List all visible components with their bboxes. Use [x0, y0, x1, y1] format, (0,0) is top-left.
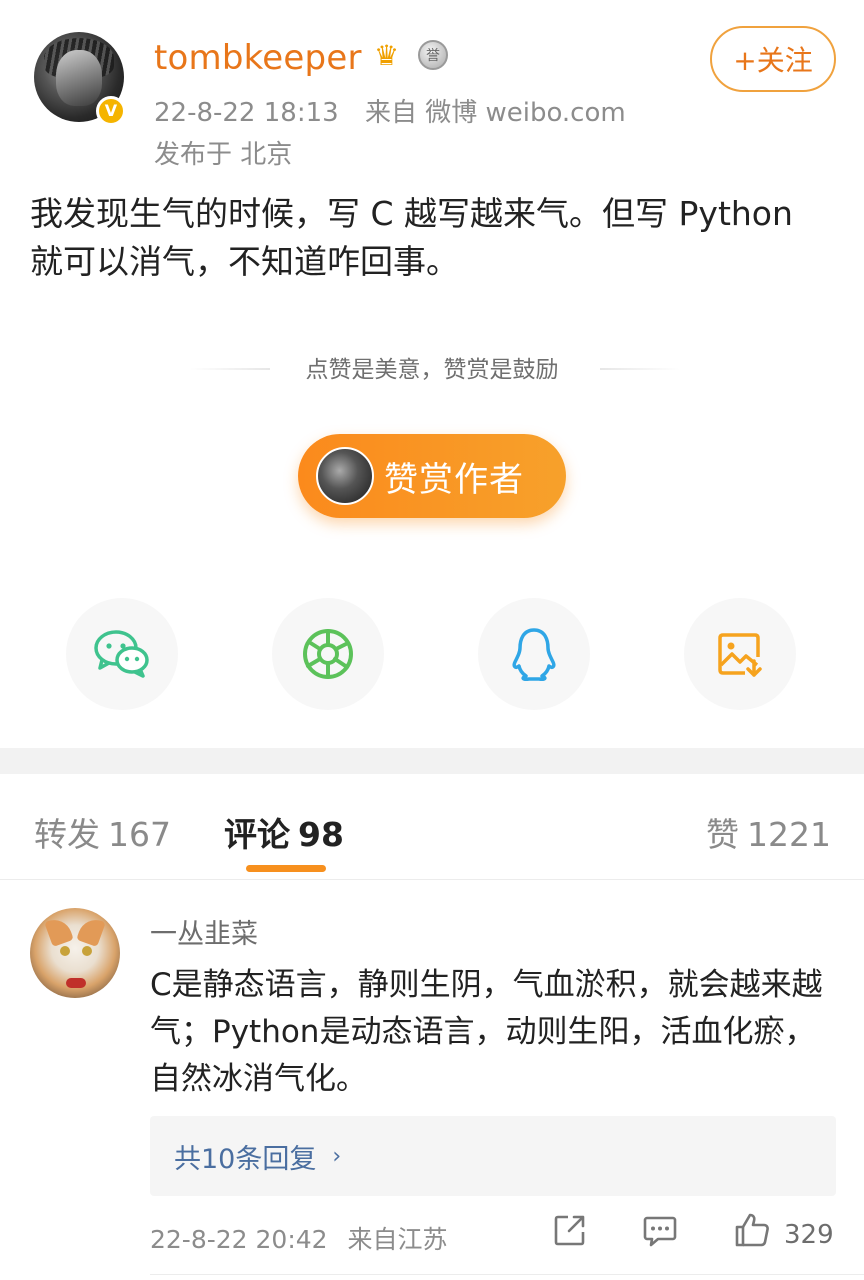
comment-source: 来自江苏 — [347, 1225, 448, 1254]
chevron-right-icon: › — [332, 1143, 342, 1169]
tab-likes-label: 赞 — [706, 815, 739, 854]
post-time: 22-8-22 18:13 — [154, 98, 339, 128]
engagement-tabs: 转发 167 评论 98 赞 1221 — [0, 774, 864, 880]
save-image-button[interactable] — [684, 598, 796, 710]
crown-badge-icon[interactable]: ♛ — [374, 42, 399, 70]
tab-reposts[interactable]: 转发 167 — [34, 808, 171, 856]
wechat-icon — [94, 630, 149, 678]
share-moments-button[interactable] — [272, 598, 384, 710]
comment-divider — [150, 1274, 864, 1275]
tab-comments-label: 评论 — [224, 815, 290, 854]
share-row — [0, 598, 864, 710]
cat-eye-left — [60, 946, 70, 956]
cat-ear-left — [44, 915, 74, 947]
tab-comments[interactable]: 评论 98 — [224, 808, 344, 856]
comment-share-button[interactable] — [550, 1210, 590, 1250]
comment-meta: 22-8-22 20:42 来自江苏 — [150, 1220, 448, 1256]
tab-likes-count: 1221 — [747, 815, 831, 854]
comment-like-count: 329 — [784, 1220, 834, 1250]
tab-likes[interactable]: 赞 1221 — [706, 808, 831, 856]
author-name[interactable]: tombkeeper — [154, 38, 362, 78]
medal-badge-icon[interactable]: 誉 — [418, 40, 448, 70]
slogan-divider-right — [600, 368, 680, 370]
cat-ear-right — [76, 915, 106, 947]
view-replies-button[interactable]: 共10条回复 › — [150, 1116, 836, 1196]
comment-time: 22-8-22 20:42 — [150, 1225, 328, 1254]
cat-collar — [66, 978, 86, 988]
reward-button-label: 赞赏作者 — [384, 459, 524, 500]
follow-button[interactable]: +关注 — [710, 26, 836, 92]
section-divider — [0, 748, 864, 774]
moments-icon — [303, 629, 353, 679]
reward-author-avatar — [316, 447, 374, 505]
cat-eye-right — [82, 946, 92, 956]
commenter-avatar[interactable] — [30, 908, 120, 998]
comment-reply-button[interactable] — [640, 1210, 680, 1250]
share-qq-button[interactable] — [478, 598, 590, 710]
post-source: 来自 微博 weibo.com — [364, 98, 626, 128]
post-location: 发布于 北京 — [154, 140, 293, 170]
post-text: 我发现生气的时候，写 C 越写越来气。但写 Python 就可以消气，不知道咋回… — [30, 194, 793, 281]
active-tab-indicator — [246, 865, 326, 872]
verified-badge-icon: V — [96, 96, 126, 126]
tab-comments-count: 98 — [298, 815, 344, 854]
share-icon — [554, 1215, 585, 1246]
avatar-face — [56, 50, 102, 106]
comment-like-button[interactable] — [732, 1210, 772, 1250]
comment-item: 一丛韭菜 C是静态语言，静则生阴，气血淤积，就会越来越气；Python是动态语言… — [0, 880, 864, 1280]
tab-reposts-label: 转发 — [34, 815, 100, 854]
comment-text: C是静态语言，静则生阴，气血淤积，就会越来越气；Python是动态语言，动则生阳… — [150, 967, 823, 1097]
thumbs-up-icon — [735, 1213, 769, 1247]
qq-icon — [512, 628, 556, 681]
tab-reposts-count: 167 — [108, 815, 171, 854]
reward-slogan: 点赞是美意，赞赏是鼓励 — [305, 357, 559, 383]
commenter-name[interactable]: 一丛韭菜 — [150, 912, 258, 951]
share-wechat-button[interactable] — [66, 598, 178, 710]
reward-author-button[interactable]: 赞赏作者 — [298, 434, 566, 518]
comment-icon — [643, 1216, 677, 1247]
replies-label: 共10条回复 — [174, 1143, 317, 1175]
post-card: V tombkeeper ♛ 誉 22-8-22 18:13 来自 微博 wei… — [0, 0, 864, 748]
save-image-icon — [718, 633, 762, 677]
post-meta: 22-8-22 18:13 来自 微博 weibo.com — [154, 92, 626, 129]
